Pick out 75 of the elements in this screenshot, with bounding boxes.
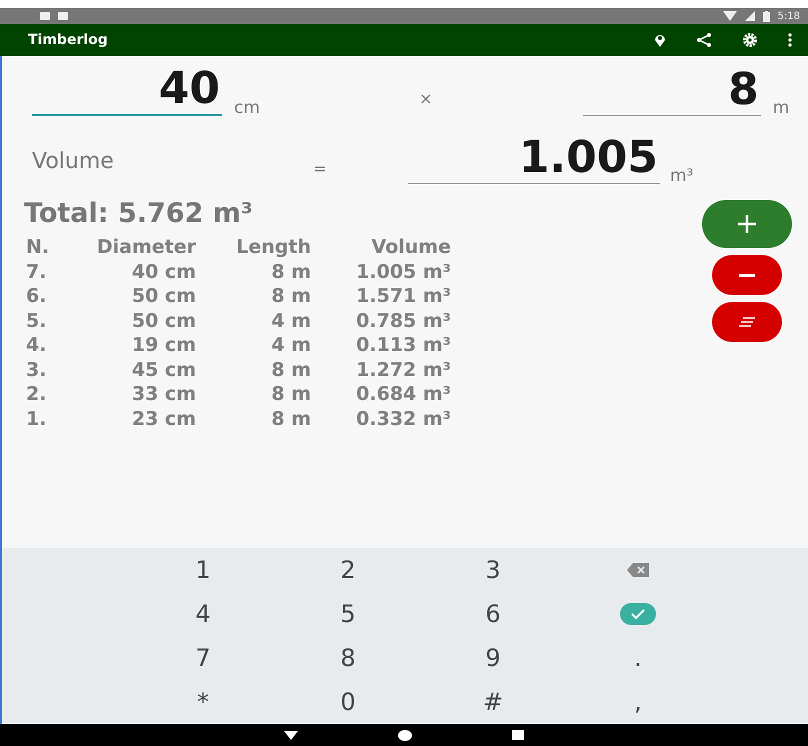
- keypad-key[interactable]: ,: [608, 680, 668, 724]
- table-cell-text: 8 m: [270, 284, 311, 308]
- plus-icon: [737, 214, 757, 234]
- table-cell-text: 8 m: [270, 382, 311, 406]
- remove-button[interactable]: [712, 255, 782, 295]
- settings-icon[interactable]: [742, 32, 758, 48]
- unit-label: cm: [234, 98, 261, 118]
- table-cell-text: 0.684 m³: [355, 382, 451, 406]
- table-cell-text: 1.005 m³: [355, 260, 451, 284]
- table-cell-text: 1.: [26, 406, 48, 431]
- signal-icon: [744, 11, 755, 21]
- home-icon[interactable]: [398, 730, 412, 740]
- table-cell-text: 4.: [26, 333, 48, 358]
- keypad-key[interactable]: *: [173, 680, 233, 724]
- more-icon[interactable]: [788, 33, 792, 47]
- minus-icon: [739, 274, 755, 276]
- volume-label: Volume: [32, 149, 115, 174]
- column-header: Volume: [370, 235, 451, 260]
- keypad-key[interactable]: 0: [318, 680, 378, 724]
- volume-field: 1.005: [408, 133, 660, 184]
- table-cell-text: 2.: [26, 382, 48, 406]
- column-header: N.: [26, 235, 50, 260]
- table-cell-text: 1.571 m³: [355, 284, 451, 308]
- check-icon: [620, 603, 656, 625]
- keypad-key[interactable]: 2: [318, 548, 378, 592]
- column-header: Length: [235, 235, 311, 260]
- list-button[interactable]: [712, 302, 782, 342]
- share-icon[interactable]: [696, 33, 712, 47]
- table-cell-text: 8 m: [270, 406, 311, 431]
- table-cell-text: 1.272 m³: [355, 358, 451, 382]
- keypad-key[interactable]: 8: [318, 636, 378, 680]
- table-cell-text: 4 m: [270, 333, 311, 358]
- table-cell-text: 23 cm: [130, 406, 196, 431]
- table-cell-text: 0.113 m³: [355, 333, 451, 358]
- table-cell-text: 3.: [26, 358, 48, 382]
- column-header: Diameter: [96, 235, 196, 260]
- clock: 5:18: [778, 10, 800, 22]
- input-field[interactable]: 8: [582, 65, 761, 116]
- unit-label: m³: [670, 166, 694, 186]
- keypad-key[interactable]: 3: [463, 548, 523, 592]
- table-cell-text: 4 m: [270, 308, 311, 333]
- table-cell-text: 50 cm: [130, 308, 196, 333]
- multiply-sign: ×: [418, 89, 434, 108]
- keypad-key[interactable]: 6: [463, 592, 523, 636]
- keypad-key[interactable]: #: [463, 680, 523, 724]
- keypad-key[interactable]: 5: [318, 592, 378, 636]
- equals-sign: =: [312, 159, 328, 178]
- table-cell-text: 40 cm: [130, 260, 196, 284]
- keypad-key[interactable]: 1: [173, 548, 233, 592]
- wifi-icon: [722, 11, 737, 21]
- location-pin-icon[interactable]: [654, 33, 666, 47]
- keypad-key[interactable]: 7: [173, 636, 233, 680]
- keypad-key[interactable]: .: [608, 636, 668, 680]
- input-field[interactable]: 40: [32, 64, 222, 116]
- lines-icon: [738, 317, 756, 327]
- table-cell-text: 8 m: [270, 260, 311, 284]
- backspace-icon: [627, 563, 649, 577]
- unit-label: m: [772, 98, 790, 118]
- table-cell-text: 6.: [26, 284, 48, 308]
- total-label: Total: 5.762 m³: [24, 198, 253, 229]
- table-cell-text: 19 cm: [130, 333, 196, 358]
- table-cell-text: 8 m: [270, 358, 311, 382]
- table-cell-text: 33 cm: [130, 382, 196, 406]
- table-cell-text: 45 cm: [130, 358, 196, 382]
- add-button[interactable]: [702, 200, 792, 248]
- table-cell-text: 50 cm: [130, 284, 196, 308]
- app-title: Timberlog: [28, 32, 109, 48]
- keypad-key[interactable]: 4: [173, 592, 233, 636]
- keypad-key[interactable]: 9: [463, 636, 523, 680]
- table-cell-text: 0.332 m³: [355, 406, 451, 431]
- table-cell-text: 0.785 m³: [355, 308, 451, 333]
- back-icon[interactable]: [284, 730, 298, 740]
- battery-icon: [762, 10, 770, 22]
- table-cell-text: 5.: [26, 308, 48, 333]
- table-cell-text: 7.: [26, 260, 48, 284]
